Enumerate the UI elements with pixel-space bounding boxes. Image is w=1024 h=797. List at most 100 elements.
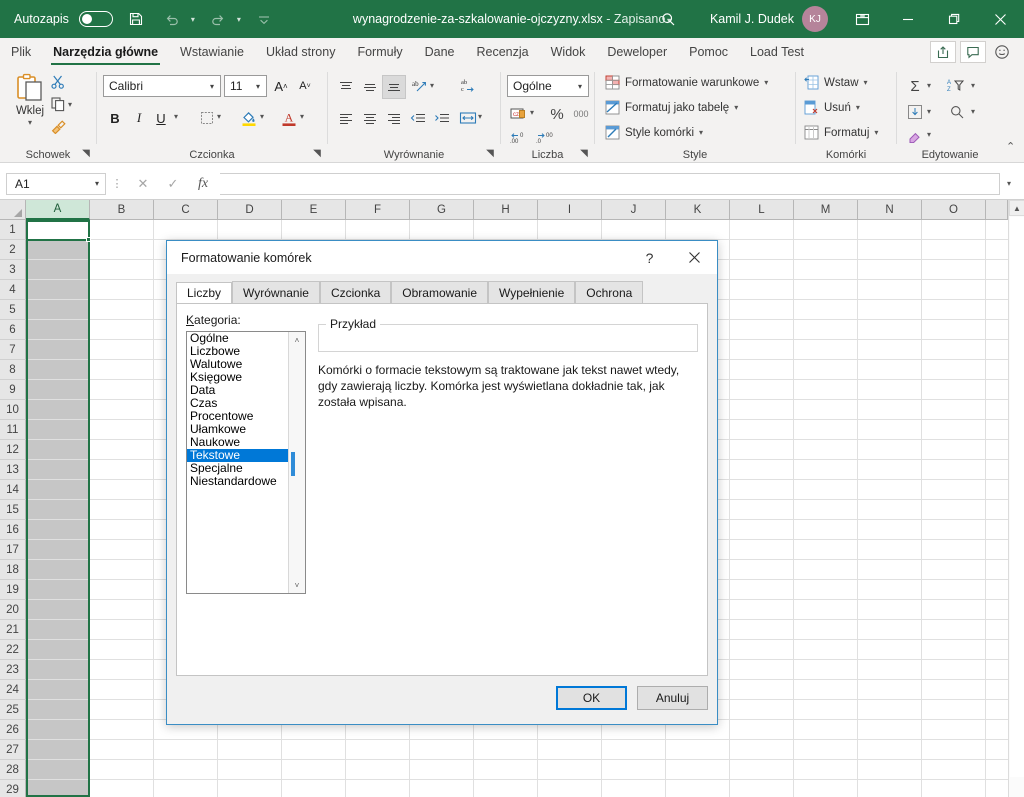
cell-O12[interactable] — [922, 440, 986, 460]
cell-N12[interactable] — [858, 440, 922, 460]
row-header-16[interactable]: 16 — [0, 520, 26, 540]
cell-styles-button[interactable]: Style komórki ▾ — [605, 125, 703, 140]
category-item-niestandardowe[interactable]: Niestandardowe — [187, 475, 288, 488]
cell-B24[interactable] — [90, 680, 154, 700]
paste-chevron-down-icon[interactable]: ▾ — [28, 118, 32, 127]
cell-O9[interactable] — [922, 380, 986, 400]
cell-L19[interactable] — [730, 580, 794, 600]
cell-N13[interactable] — [858, 460, 922, 480]
row-header-17[interactable]: 17 — [0, 540, 26, 560]
cell-B21[interactable] — [90, 620, 154, 640]
cell-A5[interactable] — [26, 300, 90, 320]
font-name-chevron-down-icon[interactable]: ▾ — [206, 82, 218, 91]
redo-icon[interactable] — [205, 6, 231, 32]
cell-E1[interactable] — [282, 220, 346, 240]
cell-M18[interactable] — [794, 560, 858, 580]
row-header-18[interactable]: 18 — [0, 560, 26, 580]
delete-cells-chevron-down-icon[interactable]: ▾ — [856, 103, 860, 112]
font-size-chevron-down-icon[interactable]: ▾ — [252, 82, 264, 91]
column-header-j[interactable]: J — [602, 200, 666, 220]
cell-L22[interactable] — [730, 640, 794, 660]
cell-B1[interactable] — [90, 220, 154, 240]
cell-A22[interactable] — [26, 640, 90, 660]
cell-A23[interactable] — [26, 660, 90, 680]
cell-N17[interactable] — [858, 540, 922, 560]
conditional-formatting-button[interactable]: Formatowanie warunkowe ▾ — [605, 75, 768, 90]
smiley-feedback-icon[interactable] — [990, 44, 1014, 60]
cell-G29[interactable] — [410, 780, 474, 797]
column-header-m[interactable]: M — [794, 200, 858, 220]
align-right-icon[interactable] — [382, 106, 406, 130]
font-size-combo[interactable]: 11 ▾ — [224, 75, 267, 97]
cell-B6[interactable] — [90, 320, 154, 340]
dialog-tab-wyrownanie[interactable]: Wyrównanie — [232, 281, 320, 303]
vertical-scroll-thumb[interactable] — [1010, 217, 1024, 777]
cell-M22[interactable] — [794, 640, 858, 660]
formula-bar-grip[interactable]: ⋮ — [106, 177, 128, 190]
number-format-combo[interactable]: Ogólne ▾ — [507, 75, 589, 97]
cell-I1[interactable] — [538, 220, 602, 240]
cell-C27[interactable] — [154, 740, 218, 760]
cell-B29[interactable] — [90, 780, 154, 797]
column-header-k[interactable]: K — [666, 200, 730, 220]
cell-L29[interactable] — [730, 780, 794, 797]
category-listbox-scrollbar[interactable]: ˄ ˅ — [288, 332, 305, 593]
cell-L17[interactable] — [730, 540, 794, 560]
cell-L25[interactable] — [730, 700, 794, 720]
user-name[interactable]: Kamil J. Dudek — [710, 12, 794, 26]
cell-B7[interactable] — [90, 340, 154, 360]
cell-O21[interactable] — [922, 620, 986, 640]
cell-O23[interactable] — [922, 660, 986, 680]
cell-N14[interactable] — [858, 480, 922, 500]
cell-O4[interactable] — [922, 280, 986, 300]
row-header-2[interactable]: 2 — [0, 240, 26, 260]
cell-A28[interactable] — [26, 760, 90, 780]
increase-indent-icon[interactable] — [430, 106, 454, 130]
font-color-chevron-down-icon[interactable]: ▾ — [300, 112, 304, 121]
cell-G1[interactable] — [410, 220, 474, 240]
cell-N25[interactable] — [858, 700, 922, 720]
row-header-5[interactable]: 5 — [0, 300, 26, 320]
cell-A11[interactable] — [26, 420, 90, 440]
format-painter-button[interactable] — [50, 118, 66, 134]
undo-icon[interactable] — [159, 6, 185, 32]
cell-M26[interactable] — [794, 720, 858, 740]
cell-K1[interactable] — [666, 220, 730, 240]
cell-A19[interactable] — [26, 580, 90, 600]
cell-L11[interactable] — [730, 420, 794, 440]
cell-A21[interactable] — [26, 620, 90, 640]
tab-pomoc[interactable]: Pomoc — [678, 38, 739, 66]
cell-B3[interactable] — [90, 260, 154, 280]
cell-A10[interactable] — [26, 400, 90, 420]
cell-N15[interactable] — [858, 500, 922, 520]
cell-K28[interactable] — [666, 760, 730, 780]
row-header-20[interactable]: 20 — [0, 600, 26, 620]
percent-style-icon[interactable]: % — [545, 102, 569, 126]
column-header-l[interactable]: L — [730, 200, 794, 220]
close-icon[interactable] — [978, 0, 1022, 38]
cell-A8[interactable] — [26, 360, 90, 380]
cell-M25[interactable] — [794, 700, 858, 720]
dialog-tab-ochrona[interactable]: Ochrona — [575, 281, 643, 303]
font-color-icon[interactable]: A — [277, 106, 301, 130]
cell-O11[interactable] — [922, 420, 986, 440]
cell-A1[interactable] — [26, 220, 90, 240]
cell-N4[interactable] — [858, 280, 922, 300]
align-top-icon[interactable] — [334, 75, 358, 99]
ribbon-display-options-icon[interactable] — [840, 0, 884, 38]
row-header-12[interactable]: 12 — [0, 440, 26, 460]
cell-D28[interactable] — [218, 760, 282, 780]
cell-O6[interactable] — [922, 320, 986, 340]
cell-B9[interactable] — [90, 380, 154, 400]
cell-B8[interactable] — [90, 360, 154, 380]
cell-B28[interactable] — [90, 760, 154, 780]
row-header-4[interactable]: 4 — [0, 280, 26, 300]
redo-chevron-down-icon[interactable]: ▾ — [237, 15, 241, 24]
cell-A4[interactable] — [26, 280, 90, 300]
cell-L1[interactable] — [730, 220, 794, 240]
cell-J28[interactable] — [602, 760, 666, 780]
cell-N18[interactable] — [858, 560, 922, 580]
cell-L14[interactable] — [730, 480, 794, 500]
cell-B17[interactable] — [90, 540, 154, 560]
row-header-1[interactable]: 1 — [0, 220, 26, 240]
